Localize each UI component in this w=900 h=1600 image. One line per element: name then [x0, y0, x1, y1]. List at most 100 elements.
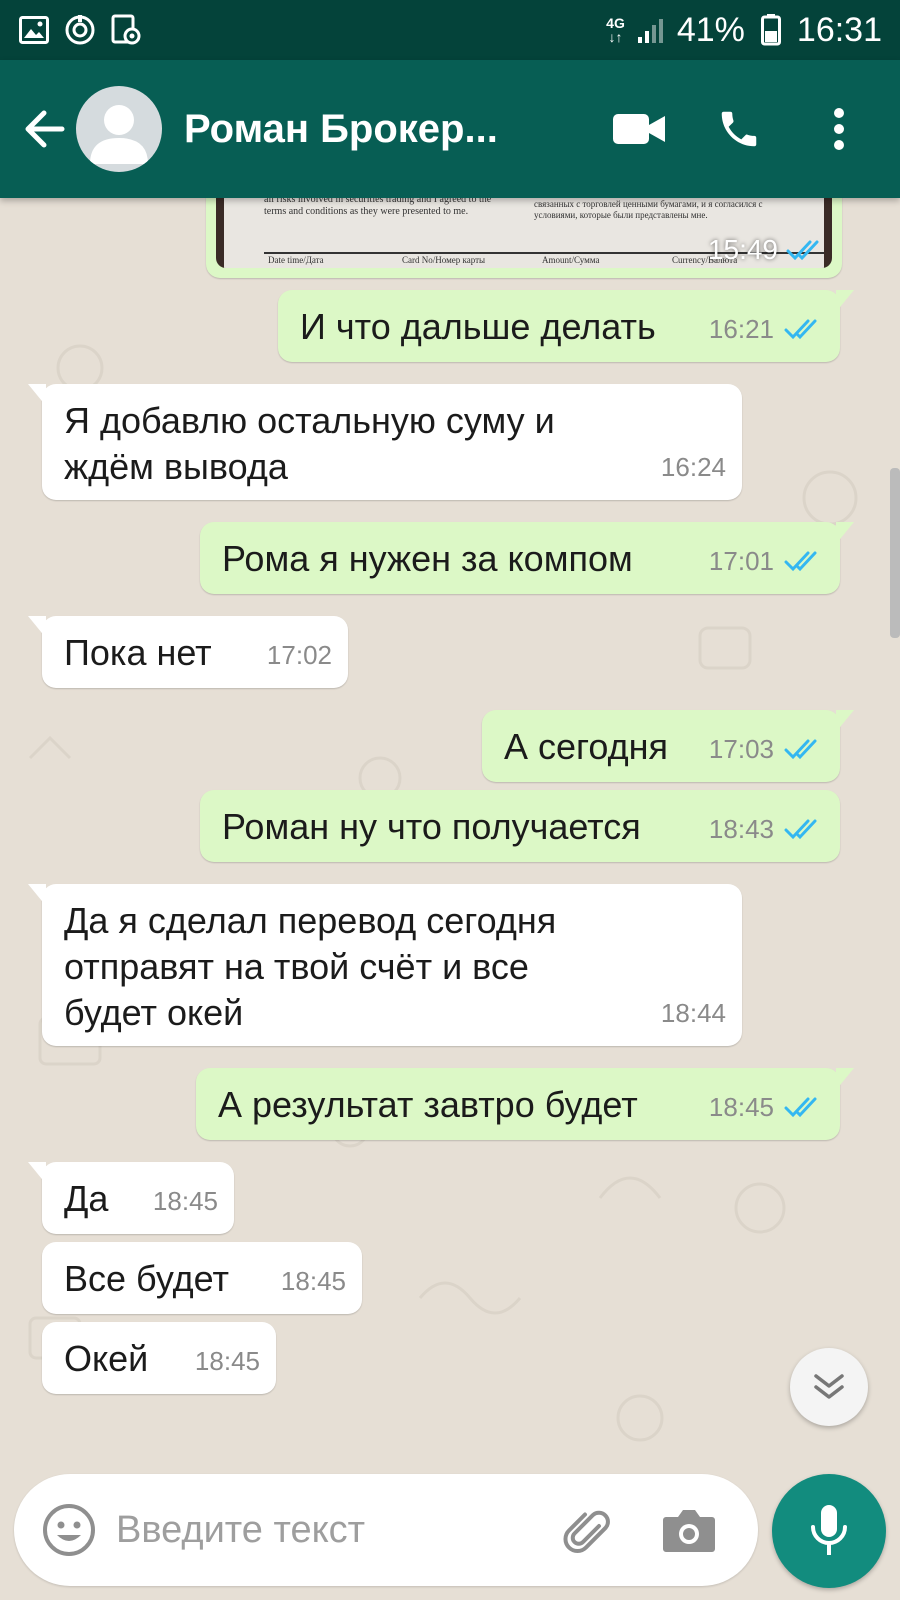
chevron-double-down-icon: [814, 1374, 844, 1399]
message-text: И что дальше делать: [300, 306, 656, 347]
read-ticks-icon: [784, 819, 817, 840]
voice-message-button[interactable]: [772, 1474, 886, 1588]
battery-percent: 41%: [676, 10, 745, 49]
doc-text-right: систему, я был в полном контроле и знал …: [534, 199, 763, 220]
camera-button[interactable]: [658, 1499, 720, 1561]
emoji-button[interactable]: [38, 1499, 100, 1561]
message-meta: 17:01: [709, 538, 824, 584]
message-text: Роман ну что получается: [222, 806, 641, 847]
doc-text-left: all risks involved in securities trading…: [264, 198, 492, 217]
read-ticks-icon: [784, 1097, 817, 1118]
read-ticks-icon: [786, 240, 819, 261]
incoming-message[interactable]: Да 18:45: [28, 1162, 234, 1234]
bubble-tail: [28, 884, 46, 906]
attach-icon: [563, 1510, 610, 1553]
message-text: Пока нет: [64, 632, 212, 673]
network-label: 4G: [606, 15, 625, 31]
header-actions: [608, 98, 870, 160]
incoming-message[interactable]: Да я сделал перевод сегодня отправят на …: [28, 884, 742, 1046]
read-ticks-icon: [784, 319, 817, 340]
message-text: Окей: [64, 1338, 149, 1379]
outgoing-message[interactable]: А сегодня 17:03: [482, 710, 854, 782]
status-system: 4G ↓↑ 41% 16:31: [606, 11, 882, 50]
gallery-icon: [18, 14, 50, 46]
bubble-tail: [836, 710, 854, 732]
attach-button[interactable]: [556, 1499, 618, 1561]
status-bar: 4G ↓↑ 41% 16:31: [0, 0, 900, 60]
incoming-message[interactable]: Все будет 18:45: [42, 1242, 362, 1314]
outgoing-message[interactable]: Рома я нужен за компом 17:01: [200, 522, 854, 594]
bubble-tail: [836, 290, 854, 312]
phone-icon: [721, 111, 757, 147]
message-meta: 16:24: [661, 444, 726, 490]
message-time: 18:45: [194, 1346, 260, 1376]
screenshot-icon: [110, 14, 142, 46]
message-time: 16:21: [708, 314, 774, 344]
image-message[interactable]: all risks involved in securities trading…: [206, 198, 842, 278]
message-meta: 17:03: [709, 726, 824, 772]
emoji-icon: [43, 1504, 95, 1556]
message-text: А результат завтро будет: [218, 1084, 638, 1125]
message-composer: [14, 1474, 758, 1586]
bubble-tail: [28, 384, 46, 406]
message-text: Да я сделал перевод сегодня отправят на …: [64, 900, 557, 1033]
incoming-message[interactable]: Пока нет 17:02: [28, 616, 348, 688]
bubble-tail: [836, 1068, 854, 1090]
message-text: Я добавлю остальную суму и ждём вывода: [64, 400, 555, 487]
message-text: Рома я нужен за компом: [222, 538, 633, 579]
sync-icon: [64, 14, 96, 46]
incoming-message[interactable]: Я добавлю остальную суму и ждём вывода 16…: [28, 384, 742, 500]
message-time: 17:03: [708, 734, 774, 764]
scroll-to-bottom-button[interactable]: [790, 1348, 868, 1426]
mic-icon: [811, 1505, 847, 1555]
message-meta: 18:45: [195, 1338, 260, 1384]
message-text: Да: [64, 1178, 109, 1219]
message-input[interactable]: [116, 1500, 546, 1560]
message-time: 18:45: [708, 1092, 774, 1122]
message-time: 17:01: [708, 546, 774, 576]
avatar[interactable]: [76, 86, 162, 172]
clock: 16:31: [796, 10, 882, 49]
bubble-tail: [28, 616, 46, 638]
message-meta: 15:49: [708, 234, 826, 266]
scrollbar[interactable]: [890, 468, 900, 638]
chat-header: Роман Брокер...: [0, 60, 900, 198]
back-arrow-icon: [25, 110, 65, 148]
message-time: 16:24: [660, 452, 726, 482]
video-call-button[interactable]: [608, 98, 670, 160]
camera-icon: [663, 1510, 715, 1552]
message-list[interactable]: all risks involved in securities trading…: [0, 198, 900, 1460]
back-button[interactable]: [14, 99, 74, 159]
message-meta: 18:43: [709, 806, 824, 852]
message-meta: 18:45: [153, 1178, 218, 1224]
read-ticks-icon: [784, 739, 817, 760]
message-time: 18:44: [660, 998, 726, 1028]
battery-icon: [755, 14, 787, 46]
doc-col-date: Date time/Дата: [268, 255, 324, 265]
doc-col-card: Card No/Номер карты: [402, 255, 486, 265]
read-ticks-icon: [784, 551, 817, 572]
default-avatar-icon: [90, 105, 148, 164]
bubble-tail: [28, 1162, 46, 1184]
more-options-button[interactable]: [808, 98, 870, 160]
video-call-icon: [613, 114, 665, 144]
message-meta: 18:44: [661, 990, 726, 1036]
message-meta: 17:02: [267, 632, 332, 678]
message-time: 18:45: [152, 1186, 218, 1216]
message-text: Все будет: [64, 1258, 229, 1299]
incoming-message[interactable]: Окей 18:45: [42, 1322, 276, 1394]
doc-col-amount: Amount/Сумма: [542, 255, 600, 265]
contact-name[interactable]: Роман Брокер...: [184, 107, 554, 152]
status-notifications: [18, 14, 142, 46]
outgoing-message[interactable]: Роман ну что получается 18:43: [200, 790, 840, 862]
outgoing-message[interactable]: И что дальше делать 16:21: [278, 290, 854, 362]
network-type: 4G ↓↑: [606, 15, 625, 45]
message-meta: 16:21: [709, 306, 824, 352]
bubble-tail: [836, 522, 854, 544]
signal-icon: [635, 14, 667, 46]
voice-call-button[interactable]: [708, 98, 770, 160]
message-meta: 18:45: [709, 1084, 824, 1130]
outgoing-message[interactable]: А результат завтро будет 18:45: [196, 1068, 854, 1140]
message-time: 18:45: [280, 1266, 346, 1296]
message-time: 17:02: [266, 640, 332, 670]
